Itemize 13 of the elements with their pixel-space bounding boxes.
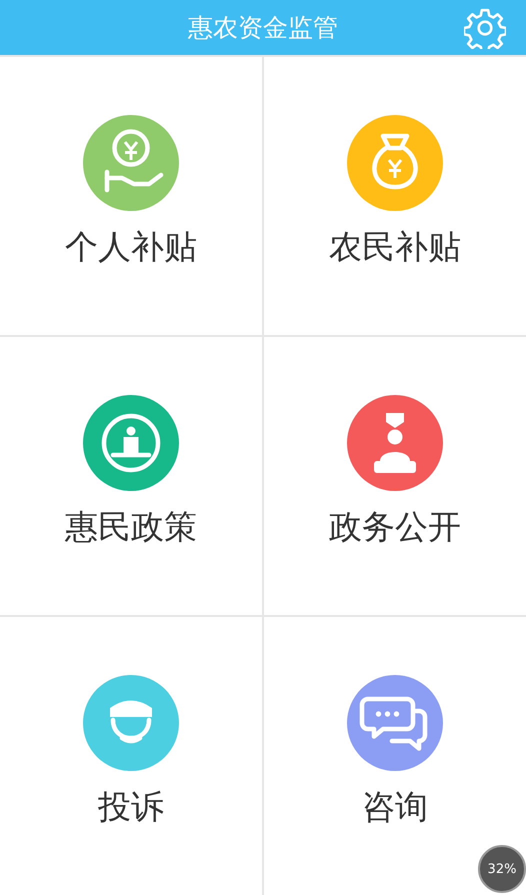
tile-label: 农民补贴: [329, 226, 461, 268]
tile-label: 投诉: [98, 786, 164, 828]
menu-tile[interactable]: 个人补贴: [0, 57, 262, 335]
menu-tile[interactable]: 投诉: [0, 617, 262, 895]
menu-tile[interactable]: 惠民政策: [0, 337, 262, 615]
menu-tile[interactable]: 政务公开: [264, 337, 526, 615]
menu-tile[interactable]: 农民补贴: [264, 57, 526, 335]
settings-icon[interactable]: [464, 7, 506, 49]
tile-label: 个人补贴: [65, 226, 197, 268]
tile-label: 惠民政策: [65, 506, 197, 548]
tile-label: 政务公开: [329, 506, 461, 548]
tile-label: 咨询: [362, 786, 428, 828]
app-title: 惠农资金监管: [188, 12, 338, 44]
